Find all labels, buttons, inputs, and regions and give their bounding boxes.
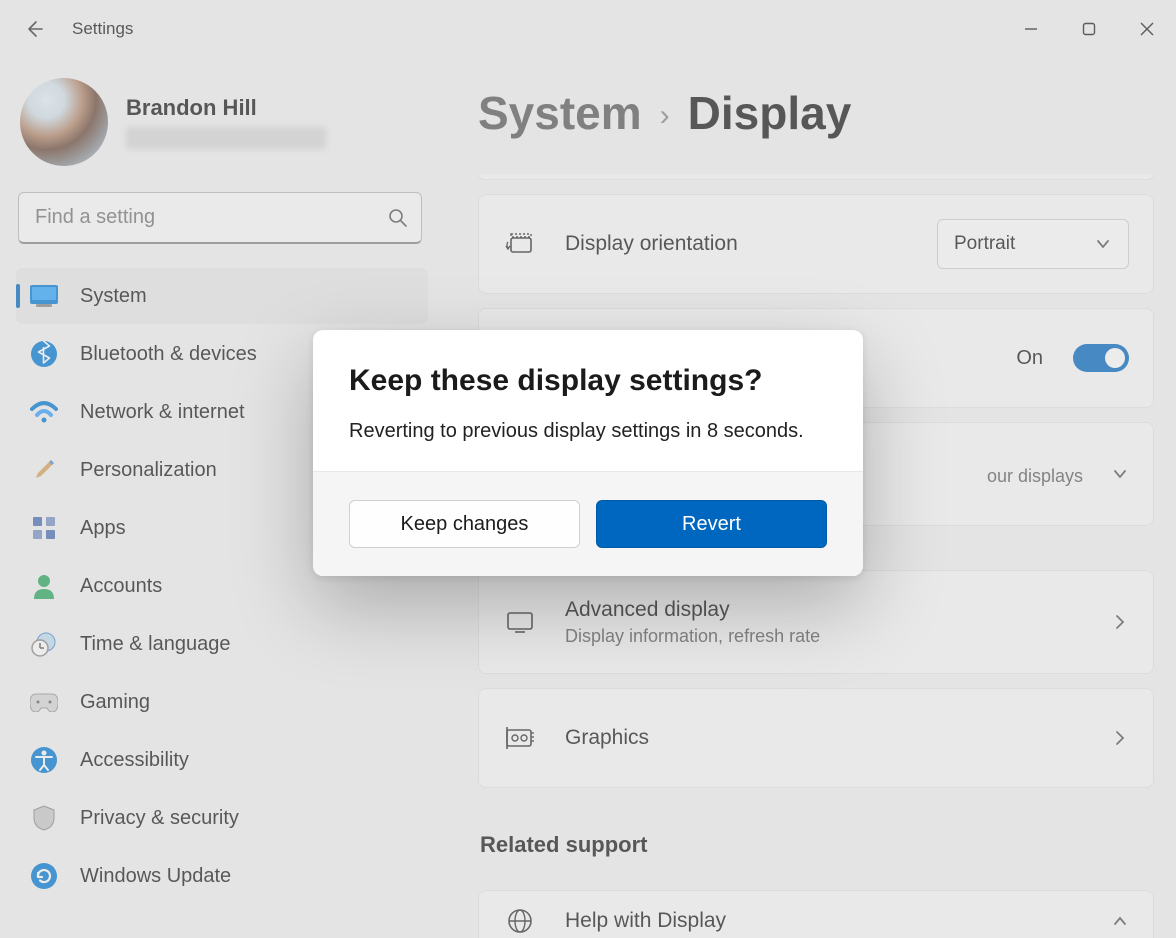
dialog-countdown: 8: [707, 420, 718, 442]
revert-button[interactable]: Revert: [596, 500, 827, 548]
dialog-text: Reverting to previous display settings i…: [349, 420, 827, 443]
dialog-layer: Keep these display settings? Reverting t…: [0, 0, 1176, 938]
keep-changes-button[interactable]: Keep changes: [349, 500, 580, 548]
confirm-display-dialog: Keep these display settings? Reverting t…: [313, 330, 863, 576]
dialog-title: Keep these display settings?: [349, 364, 827, 398]
